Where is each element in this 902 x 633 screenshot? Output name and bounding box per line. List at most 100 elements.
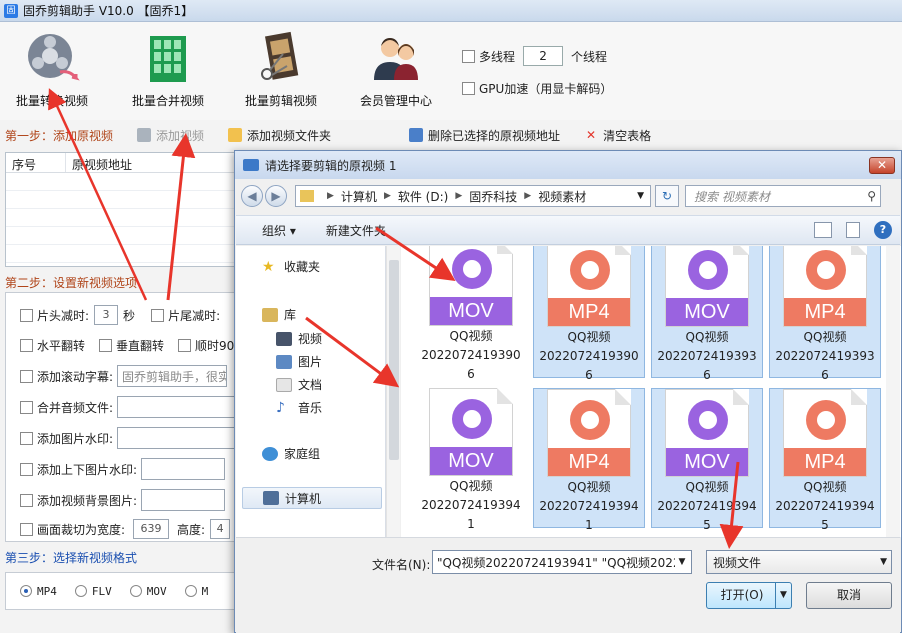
clear-x-icon: ✕ — [586, 128, 597, 142]
member-center-button[interactable]: 会员管理中心 — [346, 30, 446, 109]
head-cut-input[interactable]: 3 — [94, 305, 119, 325]
crop-width-input[interactable]: 639 — [133, 519, 170, 539]
radio-mark — [20, 585, 32, 597]
preview-pane-icon[interactable] — [846, 222, 860, 238]
file-name-line3: 5 — [821, 518, 829, 532]
address-bar[interactable]: ▶ 计算机 ▶ 软件 (D:) ▶ 固乔科技 ▶ 视频素材 ▼ — [295, 185, 651, 207]
settings-panel: 片头减时: 3 秒 片尾减时: 水平翻转 垂直翻转 顺时90 添加滚动字幕: 固… — [5, 292, 245, 542]
nav-favorites[interactable]: ★ 收藏夹 — [262, 258, 320, 275]
rotate-checkbox[interactable] — [178, 339, 192, 352]
delete-selected-button[interactable]: 删除已选择的原视频地址 — [409, 127, 560, 144]
nav-computer[interactable]: 计算机 — [242, 487, 382, 509]
head-cut-checkbox[interactable] — [20, 308, 33, 322]
scrollbar-thumb[interactable] — [389, 260, 399, 460]
batch-convert-button[interactable]: 批量转换视频 — [2, 30, 102, 109]
file-tile[interactable]: MP4 QQ视频 2022072419393 6 — [769, 246, 881, 382]
merge-audio-input[interactable] — [117, 396, 238, 418]
breadcrumb-computer[interactable]: 计算机 — [341, 188, 377, 205]
nav-library-label: 库 — [284, 308, 297, 322]
nav-scrollbar[interactable] — [386, 246, 400, 537]
file-name-line2: 2022072419394 — [775, 499, 875, 513]
add-folder-button[interactable]: 添加视频文件夹 — [228, 127, 331, 144]
file-name-line2: 2022072419390 — [421, 348, 521, 362]
add-video-button[interactable]: 添加视频 — [137, 127, 204, 144]
file-tile[interactable]: MOV QQ视频 2022072419394 5 — [651, 388, 763, 532]
organize-menu[interactable]: 组织 ▾ — [262, 222, 296, 239]
file-tile[interactable]: MOV QQ视频 2022072419390 6 — [415, 246, 527, 381]
breadcrumb-drive[interactable]: 软件 (D:) — [398, 188, 448, 205]
nav-music[interactable]: ♪ 音乐 — [276, 399, 322, 416]
file-name-line2: 2022072419394 — [539, 499, 639, 513]
format-flv-radio[interactable]: FLV — [74, 585, 112, 598]
table-row — [6, 209, 244, 227]
multithread-checkbox[interactable] — [462, 49, 475, 63]
filetype-value: 视频文件 — [713, 556, 762, 570]
file-scrollbar[interactable] — [886, 246, 900, 537]
video-list-table[interactable]: 序号 原视频地址 — [5, 152, 245, 267]
forward-button[interactable]: ▶ — [265, 185, 287, 207]
breadcrumb-company[interactable]: 固乔科技 — [469, 188, 517, 205]
format-options: MP4 FLV MOV M — [5, 572, 245, 610]
clear-table-button[interactable]: ✕ 清空表格 — [584, 127, 651, 144]
file-name-line1: QQ视频 — [685, 330, 729, 344]
dialog-close-button[interactable]: ✕ — [869, 157, 895, 174]
nav-homegroup[interactable]: 家庭组 — [262, 445, 320, 462]
filename-input[interactable]: "QQ视频20220724193941" "QQ视频2022 ▼ — [432, 550, 692, 574]
new-folder-button[interactable]: 新建文件夹 — [326, 222, 386, 239]
format-mov-radio[interactable]: MOV — [129, 585, 167, 598]
gpu-checkbox[interactable] — [462, 82, 475, 95]
thread-count-input[interactable]: 2 — [523, 46, 564, 66]
file-ext-label: MOV — [430, 447, 512, 475]
back-button[interactable]: ◀ — [241, 185, 263, 207]
image-watermark-input[interactable] — [117, 427, 238, 449]
hflip-checkbox[interactable] — [20, 339, 33, 352]
scroll-caption-checkbox[interactable] — [20, 369, 33, 383]
top-bottom-watermark-input[interactable] — [141, 458, 226, 480]
nav-videos[interactable]: 视频 — [276, 330, 322, 347]
mp4-file-icon: MP4 — [547, 389, 631, 477]
file-tile[interactable]: MOV QQ视频 2022072419393 6 — [651, 246, 763, 382]
nav-documents[interactable]: 文档 — [276, 376, 322, 393]
batch-merge-button[interactable]: 批量合并视频 — [118, 30, 218, 109]
format-mp4-radio[interactable]: MP4 — [20, 585, 57, 598]
refresh-icon[interactable]: ↻ — [655, 185, 679, 207]
mp4-file-icon: MP4 — [783, 389, 867, 477]
top-bottom-watermark-label: 添加上下图片水印: — [37, 462, 138, 477]
nav-library[interactable]: 库 — [262, 306, 296, 323]
file-name-line3: 1 — [467, 517, 475, 531]
image-watermark-checkbox[interactable] — [20, 431, 33, 445]
file-name-line1: QQ视频 — [449, 479, 493, 493]
tail-cut-checkbox[interactable] — [151, 308, 165, 322]
cancel-button[interactable]: 取消 — [806, 582, 892, 609]
help-icon[interactable]: ? — [874, 221, 892, 239]
bg-image-input[interactable] — [141, 489, 226, 511]
filetype-select[interactable]: 视频文件 ▼ — [706, 550, 892, 574]
search-input[interactable]: 搜索 视频素材 ⚲ — [685, 185, 881, 207]
nav-pictures[interactable]: 图片 — [276, 353, 322, 370]
file-tile[interactable]: MOV QQ视频 2022072419394 1 — [415, 388, 527, 531]
homegroup-icon — [262, 446, 278, 461]
step1-row: 第一步：添加原视频 添加视频 添加视频文件夹 删除已选择的原视频地址 ✕ 清空表… — [0, 124, 902, 146]
open-button[interactable]: 打开(O) ▼ — [706, 582, 792, 609]
batch-clip-button[interactable]: 批量剪辑视频 — [231, 30, 331, 109]
merge-audio-checkbox[interactable] — [20, 400, 33, 414]
file-name-line3: 6 — [703, 368, 711, 382]
chevron-down-icon[interactable]: ▼ — [637, 191, 644, 201]
open-split-chevron-icon[interactable]: ▼ — [775, 583, 791, 608]
file-tile[interactable]: MP4 QQ视频 2022072419394 5 — [769, 388, 881, 532]
vflip-checkbox[interactable] — [99, 339, 113, 352]
view-mode-icon[interactable] — [814, 222, 832, 238]
top-bottom-watermark-checkbox[interactable] — [20, 462, 33, 476]
format-m-radio[interactable]: M — [184, 585, 208, 598]
crop-checkbox[interactable] — [20, 522, 33, 536]
scroll-caption-input[interactable]: 固乔剪辑助手，很实用 — [117, 365, 228, 387]
breadcrumb-videos[interactable]: 视频素材 — [538, 188, 586, 205]
image-watermark-label: 添加图片水印: — [37, 431, 114, 446]
file-tile[interactable]: MP4 QQ视频 2022072419390 6 — [533, 246, 645, 382]
search-icon[interactable]: ⚲ — [867, 189, 876, 203]
file-name-line3: 6 — [821, 368, 829, 382]
bg-image-checkbox[interactable] — [20, 493, 33, 507]
file-tile[interactable]: MP4 QQ视频 2022072419394 1 — [533, 388, 645, 532]
crop-height-input[interactable]: 4 — [210, 519, 231, 539]
chevron-down-icon[interactable]: ▼ — [675, 553, 689, 571]
